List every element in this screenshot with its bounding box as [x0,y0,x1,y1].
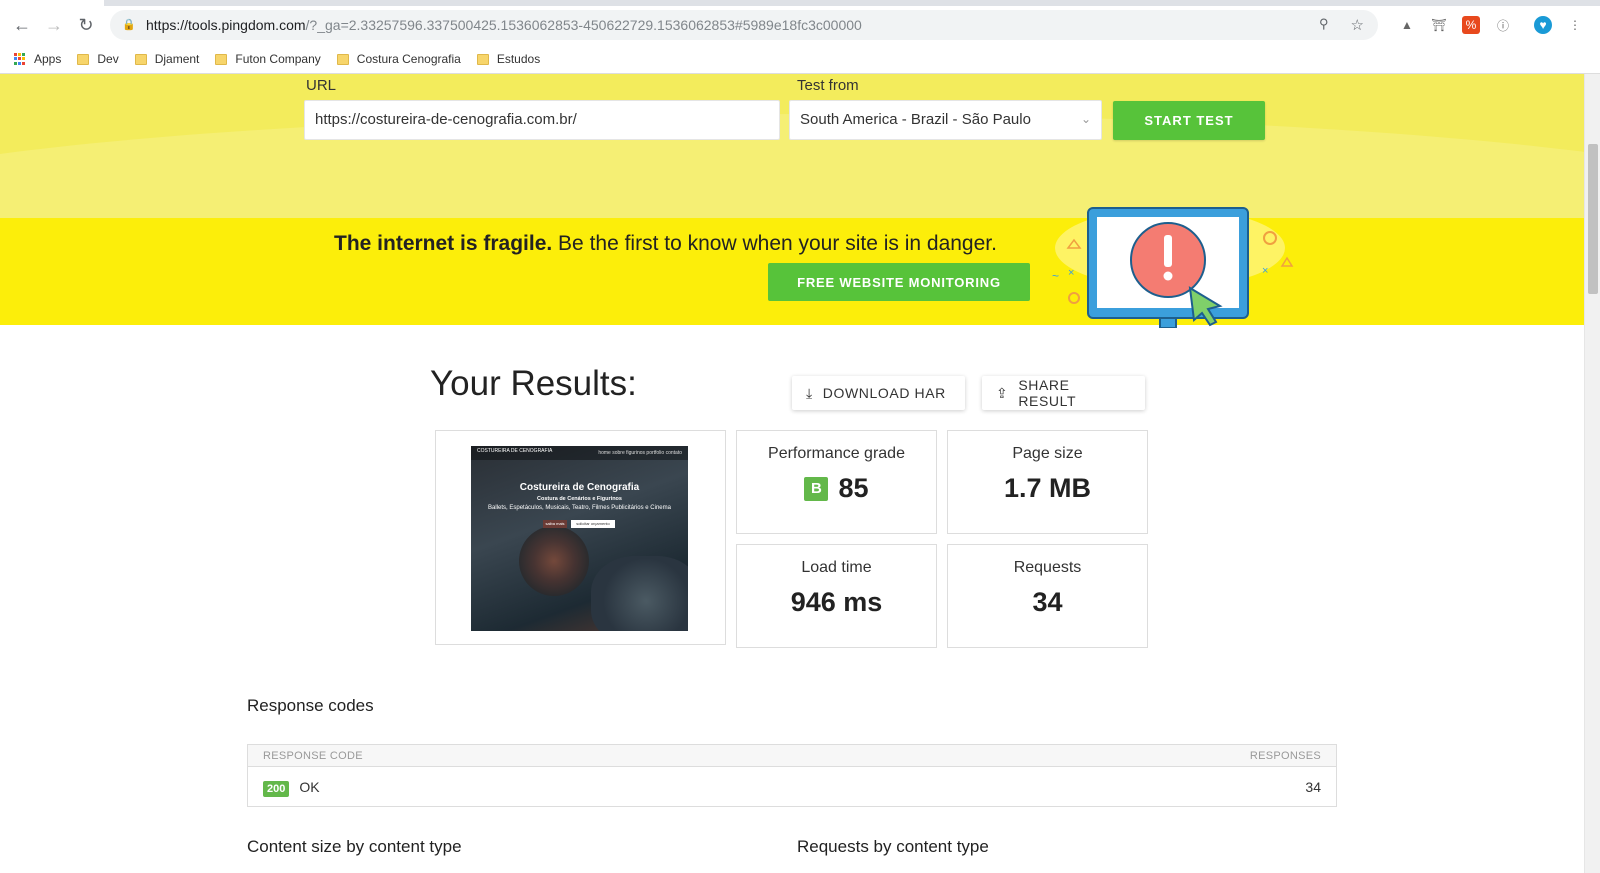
bookmark-costura-cenografia[interactable]: Costura Cenografia [336,52,461,66]
forward-icon[interactable]: → [38,9,70,41]
bookmark-djament[interactable]: Djament [134,52,200,66]
grade-value: 85 [838,473,869,503]
share-result-label: SHARE RESULT [1018,377,1077,409]
responses-count: 34 [1305,778,1321,795]
requests-label: Requests [1013,559,1082,576]
svg-text:~: ~ [1052,269,1059,283]
screenshot-nav: home sobre figurinos portfolio contato [598,450,682,456]
performance-grade-label: Performance grade [768,445,905,462]
monitoring-banner: The internet is fragile. Be the first to… [0,207,1584,328]
screenshot-subtitle-2: Ballets, Espetáculos, Musicais, Teatro, … [488,505,671,511]
banner-text: The internet is fragile. Be the first to… [334,232,997,256]
load-time-label: Load time [801,559,872,576]
load-time-card: Load time 946 ms [736,544,937,648]
page-scrollbar[interactable] [1584,74,1600,873]
folder-icon [476,53,489,65]
svg-text:×: × [1068,267,1074,279]
page-size-label: Page size [1012,445,1083,462]
bookmark-label: Estudos [496,52,541,66]
table-row: 200 OK 34 [248,767,1336,806]
office-icon[interactable]: % [1462,16,1480,34]
folder-icon [77,53,90,65]
free-monitoring-button[interactable]: FREE WEBSITE MONITORING [768,263,1030,301]
apps-icon [14,53,26,65]
bookmark-label: Apps [34,52,62,66]
bookmark-label: Costura Cenografia [356,52,461,66]
bookmark-estudos[interactable]: Estudos [476,52,541,66]
download-har-label: DOWNLOAD HAR [822,385,946,401]
info-icon[interactable]: ⓘ [1494,16,1512,34]
download-har-button[interactable]: ⤓ DOWNLOAD HAR [792,376,965,410]
thread-spool-graphic [591,556,688,631]
bookmark-dev[interactable]: Dev [77,52,119,66]
url-host: https://tools.pingdom.com [146,17,306,33]
page-size-value: 1.7 MB [1003,473,1092,503]
scrollbar-thumb[interactable] [1588,144,1598,294]
test-form-area: URL https://costureira-de-cenografia.com… [0,74,1584,218]
address-bar[interactable]: 🔒 https://tools.pingdom.com/?_ga=2.33257… [110,10,1378,40]
screenshot-logo: COSTUREIRA DE CENOGRAFIA [477,448,553,454]
response-codes-title: Response codes [247,696,374,715]
test-location-select[interactable]: South America - Brazil - São Paulo ⌄ [789,100,1102,140]
bookmark-label: Djament [154,52,200,66]
test-location-value: South America - Brazil - São Paulo [800,111,1031,128]
test-from-label: Test from [797,77,859,94]
content-size-title: Content size by content type [247,837,462,856]
back-icon[interactable]: ← [6,9,38,41]
folder-icon [336,53,349,65]
bookmark-star-icon[interactable]: ☆ [1351,16,1364,34]
banner-strong: The internet is fragile. [334,232,553,255]
reload-icon[interactable]: ↻ [70,9,102,41]
page-content: URL https://costureira-de-cenografia.com… [0,74,1584,873]
shield-icon[interactable]: ⛩ [1430,16,1448,34]
requests-value: 34 [1032,587,1063,617]
column-responses: RESPONSES [1249,749,1321,762]
translate-icon[interactable]: ⚲ [1319,16,1329,34]
screenshot-subtitle: Costura de Cenários e Figurinos [537,496,622,502]
status-code-badge: 200 [263,780,290,797]
bookmark-futon-company[interactable]: Futon Company [215,52,321,66]
screenshot-title: Costureira de Cenografia [519,482,640,493]
browser-toolbar: ← → ↻ 🔒 https://tools.pingdom.com/?_ga=2… [0,6,1600,44]
page-size-card: Page size 1.7 MB [947,430,1148,534]
share-result-button[interactable]: ⇪ SHARE RESULT [982,376,1145,410]
response-codes-table: RESPONSE CODE RESPONSES 200 OK 34 [247,744,1337,807]
bookmarks-bar: Apps Dev Djament Futon Company Costura C… [0,45,540,73]
results-title: Your Results: [430,364,637,403]
lock-icon: 🔒 [122,19,136,31]
requests-by-type-title: Requests by content type [797,837,989,856]
thread-spool-graphic [519,526,589,596]
website-screenshot: COSTUREIRA DE CENOGRAFIA home sobre figu… [471,446,688,631]
banner-message: Be the first to know when your site is i… [552,232,997,255]
performance-grade-card: Performance grade B 85 [736,430,937,534]
load-time-value: 946 ms [790,587,883,617]
url-label: URL [306,77,337,94]
website-screenshot-card: COSTUREIRA DE CENOGRAFIA home sobre figu… [435,430,726,645]
url-input[interactable]: https://costureira-de-cenografia.com.br/ [304,100,780,140]
requests-card: Requests 34 [947,544,1148,648]
status-text: OK [299,778,320,795]
monitor-alert-illustration: ~ × × [1052,207,1294,328]
grade-letter-badge: B [804,476,829,501]
screenshot-button-2: solicitar orçamento [571,520,615,528]
folder-icon [215,53,228,65]
bookmark-apps[interactable]: Apps [14,52,61,66]
screenshot-button-1: saiba mais [543,520,567,528]
start-test-button[interactable]: START TEST [1113,101,1265,140]
bookmark-label: Futon Company [235,52,321,66]
folder-icon [134,53,147,65]
browser-chrome: ← → ↻ 🔒 https://tools.pingdom.com/?_ga=2… [0,0,1600,74]
url-path: /?_ga=2.33257596.337500425.1536062853-45… [305,17,862,33]
chevron-down-icon: ⌄ [1080,112,1091,126]
column-response-code: RESPONSE CODE [263,749,363,762]
menu-icon[interactable]: ⋮ [1566,16,1584,34]
svg-text:×: × [1262,265,1268,277]
download-icon: ⤓ [806,384,813,401]
share-icon: ⇪ [996,384,1009,401]
bookmark-label: Dev [97,52,119,66]
table-header: RESPONSE CODE RESPONSES [248,745,1336,767]
drive-icon[interactable]: ▲ [1398,16,1416,34]
profile-icon[interactable]: ♥ [1534,16,1552,34]
response-code-cell: 200 OK [263,778,320,797]
